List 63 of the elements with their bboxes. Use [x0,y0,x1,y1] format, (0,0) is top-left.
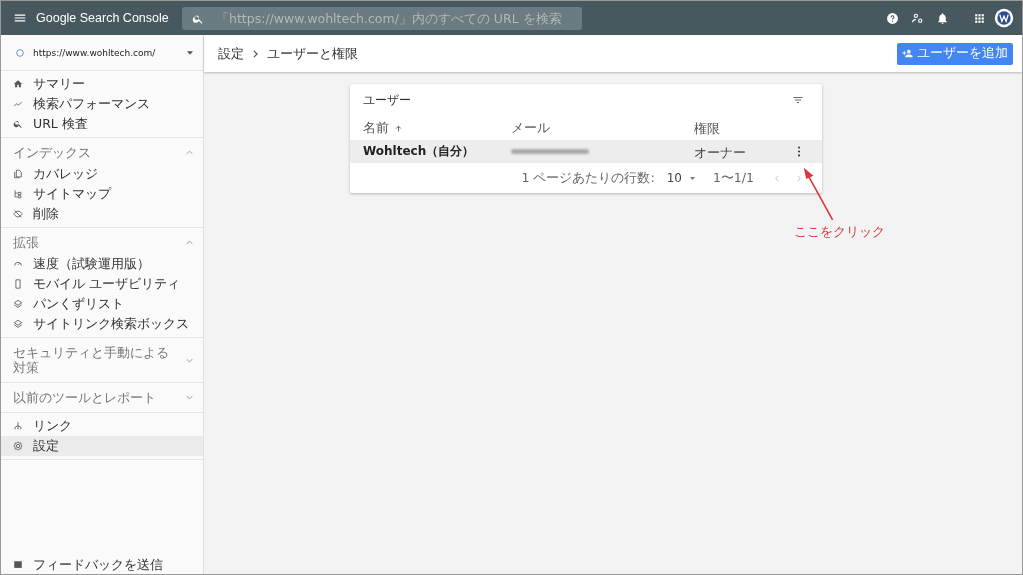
rows-per-page-select[interactable]: 10 [666,171,695,185]
trend-icon [13,99,23,109]
chevron-icon [186,240,193,245]
home-icon [13,79,23,89]
dropdown-caret-icon [689,176,695,180]
add-user-button[interactable]: ユーザーを追加 [897,42,1013,65]
nav-item[interactable]: 速度（試験運用版） [1,254,203,274]
globe-icon [15,47,25,58]
nav-item[interactable]: パンくずリスト [1,294,203,314]
nav-item[interactable]: モバイル ユーザビリティ [1,274,203,294]
add-person-icon [902,48,913,59]
speed-icon [13,259,23,269]
page-range: 1〜1/1 [712,169,754,187]
chevron-right-icon [253,49,258,58]
nav-item[interactable]: カバレッジ [1,164,203,184]
link-icon [13,421,23,431]
nav-item[interactable]: 検索パフォーマンス [1,94,203,114]
layers-icon [13,299,23,309]
nav-item[interactable]: 設定 [1,436,203,456]
nav-section-header[interactable]: インデックス [1,141,203,164]
account-avatar[interactable] [994,8,1014,28]
nav-item[interactable]: URL 検査 [1,114,203,134]
column-header: 権限 [694,121,720,136]
nav-item[interactable]: サイトマップ [1,184,203,204]
help-icon[interactable] [886,11,899,25]
card-title: ユーザー [363,91,411,109]
nav-section-header[interactable]: 以前のツールとレポート [1,386,203,409]
chevron-icon [186,150,193,155]
feedback-icon [13,560,23,570]
annotation-text: ここをクリック [794,224,885,241]
product-logo[interactable]: Google Search Console [36,11,182,25]
more-options-icon[interactable] [797,146,801,157]
copy-icon [13,169,23,179]
apps-grid-icon[interactable] [973,11,986,25]
column-header[interactable]: 名前 [363,119,389,137]
chevron-icon [186,395,193,400]
search-field[interactable]: 「https://www.wohltech.com/」内のすべての URL を検索 [182,6,582,30]
dropdown-caret-icon [187,50,193,55]
table-cell: Wohltech（自分） [363,143,475,160]
layers-icon [13,319,23,329]
page-title: ユーザーと権限 [267,44,358,63]
nav-item[interactable]: サマリー [1,74,203,94]
feedback-link[interactable]: フィードバックを送信 [1,556,203,574]
notifications-icon[interactable] [936,11,949,25]
nav-section-header[interactable]: セキュリティと手動による対策 [1,341,203,379]
chevron-icon [186,357,193,363]
rows-per-page-label: 1 ページあたりの行数: [521,169,655,187]
nav-section-header[interactable]: 拡張 [1,231,203,254]
eye-icon [13,209,23,219]
people-icon[interactable] [911,11,924,25]
search-icon [13,119,23,129]
filter-icon[interactable] [792,94,804,106]
sort-arrow-icon [395,124,402,132]
breadcrumb-link[interactable]: 設定 [218,44,244,63]
nav-item[interactable]: 削除 [1,204,203,224]
nav-item[interactable]: リンク [1,416,203,436]
phone-icon [13,279,23,289]
table-cell: オーナー [694,144,746,160]
property-selector[interactable]: https://www.wohltech.com/ [1,35,203,71]
nav-item[interactable]: サイトリンク検索ボックス [1,314,203,334]
gear-icon [13,441,23,451]
column-header: メール [511,119,550,137]
sitemap-icon [13,189,23,199]
